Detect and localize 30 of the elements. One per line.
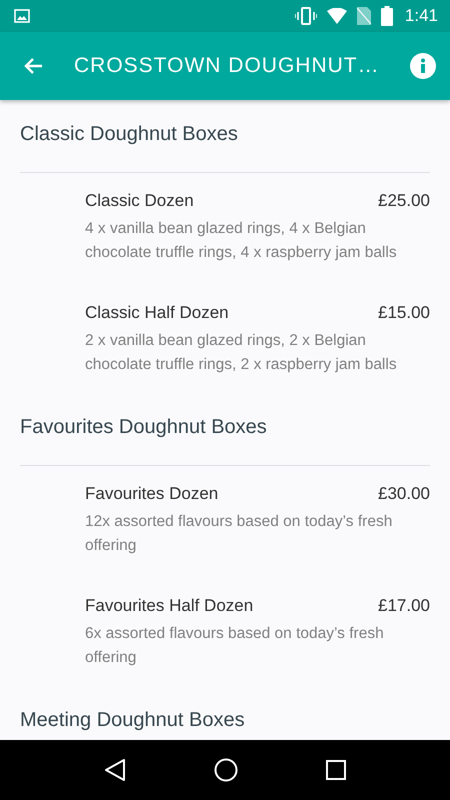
wifi-icon [326, 8, 347, 24]
back-nav-button[interactable] [104, 758, 126, 782]
item-name: Classic Half Dozen [85, 302, 229, 324]
window-title: CROSSTOWN DOUGHNUT… [74, 54, 381, 78]
menu-item[interactable]: Classic Half Dozen £15.00 2 x vanilla bean glazed rings, 2 x Belgian chocolate truffle rings, 2 x raspberry jam balls [0, 285, 450, 397]
section-heading: Meeting Doughnut Boxes [19, 708, 246, 733]
item-price: £25.00 [378, 190, 430, 212]
item-description: 6x assorted flavours based on today’s fresh offering [85, 624, 385, 668]
item-price: £15.00 [378, 302, 430, 324]
item-name: Favourites Dozen [85, 483, 218, 505]
recents-button[interactable] [326, 760, 346, 780]
menu-item[interactable]: Favourites Dozen £30.00 12x assorted flavours based on today’s fresh offering [0, 466, 450, 578]
item-price: £30.00 [378, 483, 430, 505]
menu-item[interactable]: Classic Dozen £25.00 4 x vanilla bean glazed rings, 4 x Belgian chocolate truffle rings, 4 x raspberry jam balls [0, 173, 450, 285]
item-description: 12x assorted flavours based on today’s fresh offering [85, 512, 394, 556]
section-heading: Classic Doughnut Boxes [19, 122, 239, 147]
image-icon [14, 9, 30, 23]
vibrate-icon [294, 7, 317, 25]
item-price: £17.00 [378, 595, 430, 617]
menu-item[interactable]: Favourites Half Dozen £17.00 6x assorted flavours based on today’s fresh offering [0, 578, 450, 690]
info-button[interactable] [410, 53, 436, 79]
item-description: 2 x vanilla bean glazed rings, 2 x Belgian chocolate truffle rings, 2 x raspberry jam balls [85, 331, 398, 375]
item-name: Classic Dozen [85, 190, 194, 212]
item-name: Favourites Half Dozen [85, 595, 254, 617]
battery-icon [380, 6, 393, 26]
status-time: 1:41 [404, 6, 438, 26]
item-description: 4 x vanilla bean glazed rings, 4 x Belgian chocolate truffle rings, 4 x raspberry jam balls [85, 219, 398, 263]
section-heading: Favourites Doughnut Boxes [19, 415, 268, 440]
home-button[interactable] [214, 758, 238, 782]
no-sim-icon [356, 7, 371, 25]
